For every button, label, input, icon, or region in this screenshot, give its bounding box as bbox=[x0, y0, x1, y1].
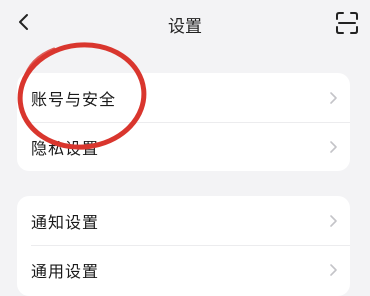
scan-icon bbox=[336, 12, 358, 34]
settings-group-account: 账号与安全 隐私设置 bbox=[17, 73, 350, 171]
list-item-label: 账号与安全 bbox=[31, 90, 117, 109]
page-title: 设置 bbox=[168, 17, 202, 37]
chevron-right-icon bbox=[330, 264, 337, 276]
list-item-general-settings[interactable]: 通用设置 bbox=[17, 245, 350, 294]
list-item-account-security[interactable]: 账号与安全 bbox=[17, 73, 350, 122]
list-item-notification-settings[interactable]: 通知设置 bbox=[17, 196, 350, 245]
chevron-right-icon bbox=[330, 92, 337, 104]
list-item-label: 通知设置 bbox=[31, 213, 100, 232]
chevron-right-icon bbox=[330, 215, 337, 227]
scan-button[interactable] bbox=[334, 10, 360, 36]
list-item-label: 通用设置 bbox=[31, 262, 100, 281]
list-item-privacy-settings[interactable]: 隐私设置 bbox=[17, 122, 350, 171]
settings-group-general: 通知设置 通用设置 bbox=[17, 196, 350, 296]
chevron-right-icon bbox=[330, 141, 337, 153]
list-item-label: 隐私设置 bbox=[31, 139, 100, 158]
top-nav-bar: 设置 bbox=[0, 0, 370, 44]
